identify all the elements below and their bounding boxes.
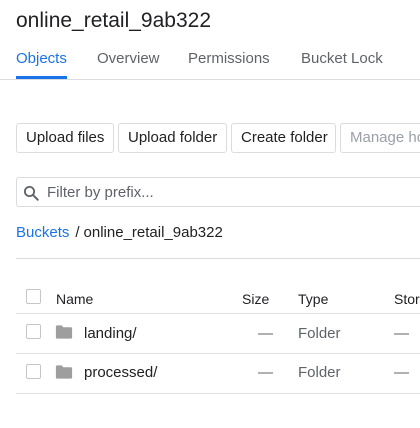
- column-header-storage[interactable]: Stor: [394, 291, 420, 307]
- breadcrumb-buckets-link[interactable]: Buckets: [16, 224, 69, 241]
- object-size: —: [258, 325, 273, 342]
- table-row[interactable]: processed/ — Folder —: [16, 354, 420, 394]
- breadcrumb: Buckets / online_retail_9ab322: [16, 224, 223, 241]
- storage-browser-page: online_retail_9ab322 Objects Overview Pe…: [0, 0, 420, 428]
- select-all-checkbox[interactable]: [26, 289, 41, 304]
- object-type: Folder: [298, 325, 341, 342]
- tab-overview[interactable]: Overview: [97, 50, 160, 67]
- breadcrumb-current: online_retail_9ab322: [83, 224, 223, 241]
- manage-holds-button[interactable]: Manage ho: [340, 123, 420, 153]
- create-folder-button[interactable]: Create folder: [231, 123, 336, 153]
- tab-permissions[interactable]: Permissions: [188, 50, 270, 67]
- column-header-type[interactable]: Type: [298, 291, 328, 307]
- column-header-size[interactable]: Size: [242, 291, 269, 307]
- column-header-name[interactable]: Name: [56, 291, 93, 307]
- table-header-row: Name Size Type Stor: [16, 283, 420, 314]
- active-tab-indicator: [16, 76, 67, 79]
- breadcrumb-separator: /: [75, 224, 80, 241]
- object-name-link[interactable]: processed/: [84, 364, 157, 381]
- page-title: online_retail_9ab322: [16, 9, 211, 32]
- tab-bucket-lock[interactable]: Bucket Lock: [301, 50, 383, 67]
- object-storage-class: —: [394, 364, 409, 381]
- table-row[interactable]: landing/ — Folder —: [16, 314, 420, 354]
- upload-folder-button[interactable]: Upload folder: [118, 123, 227, 153]
- object-size: —: [258, 364, 273, 381]
- tab-bar: Objects Overview Permissions Bucket Lock: [0, 40, 420, 80]
- object-name-link[interactable]: landing/: [84, 325, 137, 342]
- row-checkbox[interactable]: [26, 364, 41, 379]
- search-icon: [23, 185, 39, 201]
- section-divider: [16, 258, 420, 259]
- object-storage-class: —: [394, 325, 409, 342]
- row-checkbox[interactable]: [26, 324, 41, 339]
- upload-files-button[interactable]: Upload files: [16, 123, 114, 153]
- object-type: Folder: [298, 364, 341, 381]
- folder-icon: [55, 325, 73, 339]
- tab-objects[interactable]: Objects: [16, 50, 67, 67]
- folder-icon: [55, 365, 73, 379]
- filter-input[interactable]: [47, 178, 420, 206]
- filter-bar: [16, 177, 420, 207]
